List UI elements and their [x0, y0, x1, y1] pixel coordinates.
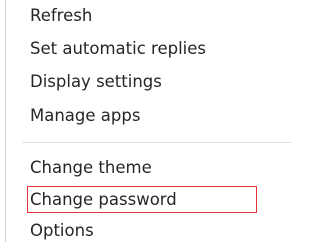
menu-item-display-settings[interactable]: Display settings	[30, 67, 162, 97]
settings-menu: Refresh Set automatic replies Display se…	[0, 0, 304, 242]
menu-item-options[interactable]: Options	[30, 216, 94, 242]
menu-item-refresh[interactable]: Refresh	[30, 1, 92, 31]
menu-left-border	[5, 0, 6, 242]
menu-item-set-automatic-replies[interactable]: Set automatic replies	[30, 34, 206, 64]
menu-item-manage-apps[interactable]: Manage apps	[30, 101, 140, 131]
menu-item-change-password[interactable]: Change password	[30, 185, 177, 215]
menu-separator	[22, 142, 292, 143]
menu-item-change-theme[interactable]: Change theme	[30, 153, 152, 183]
